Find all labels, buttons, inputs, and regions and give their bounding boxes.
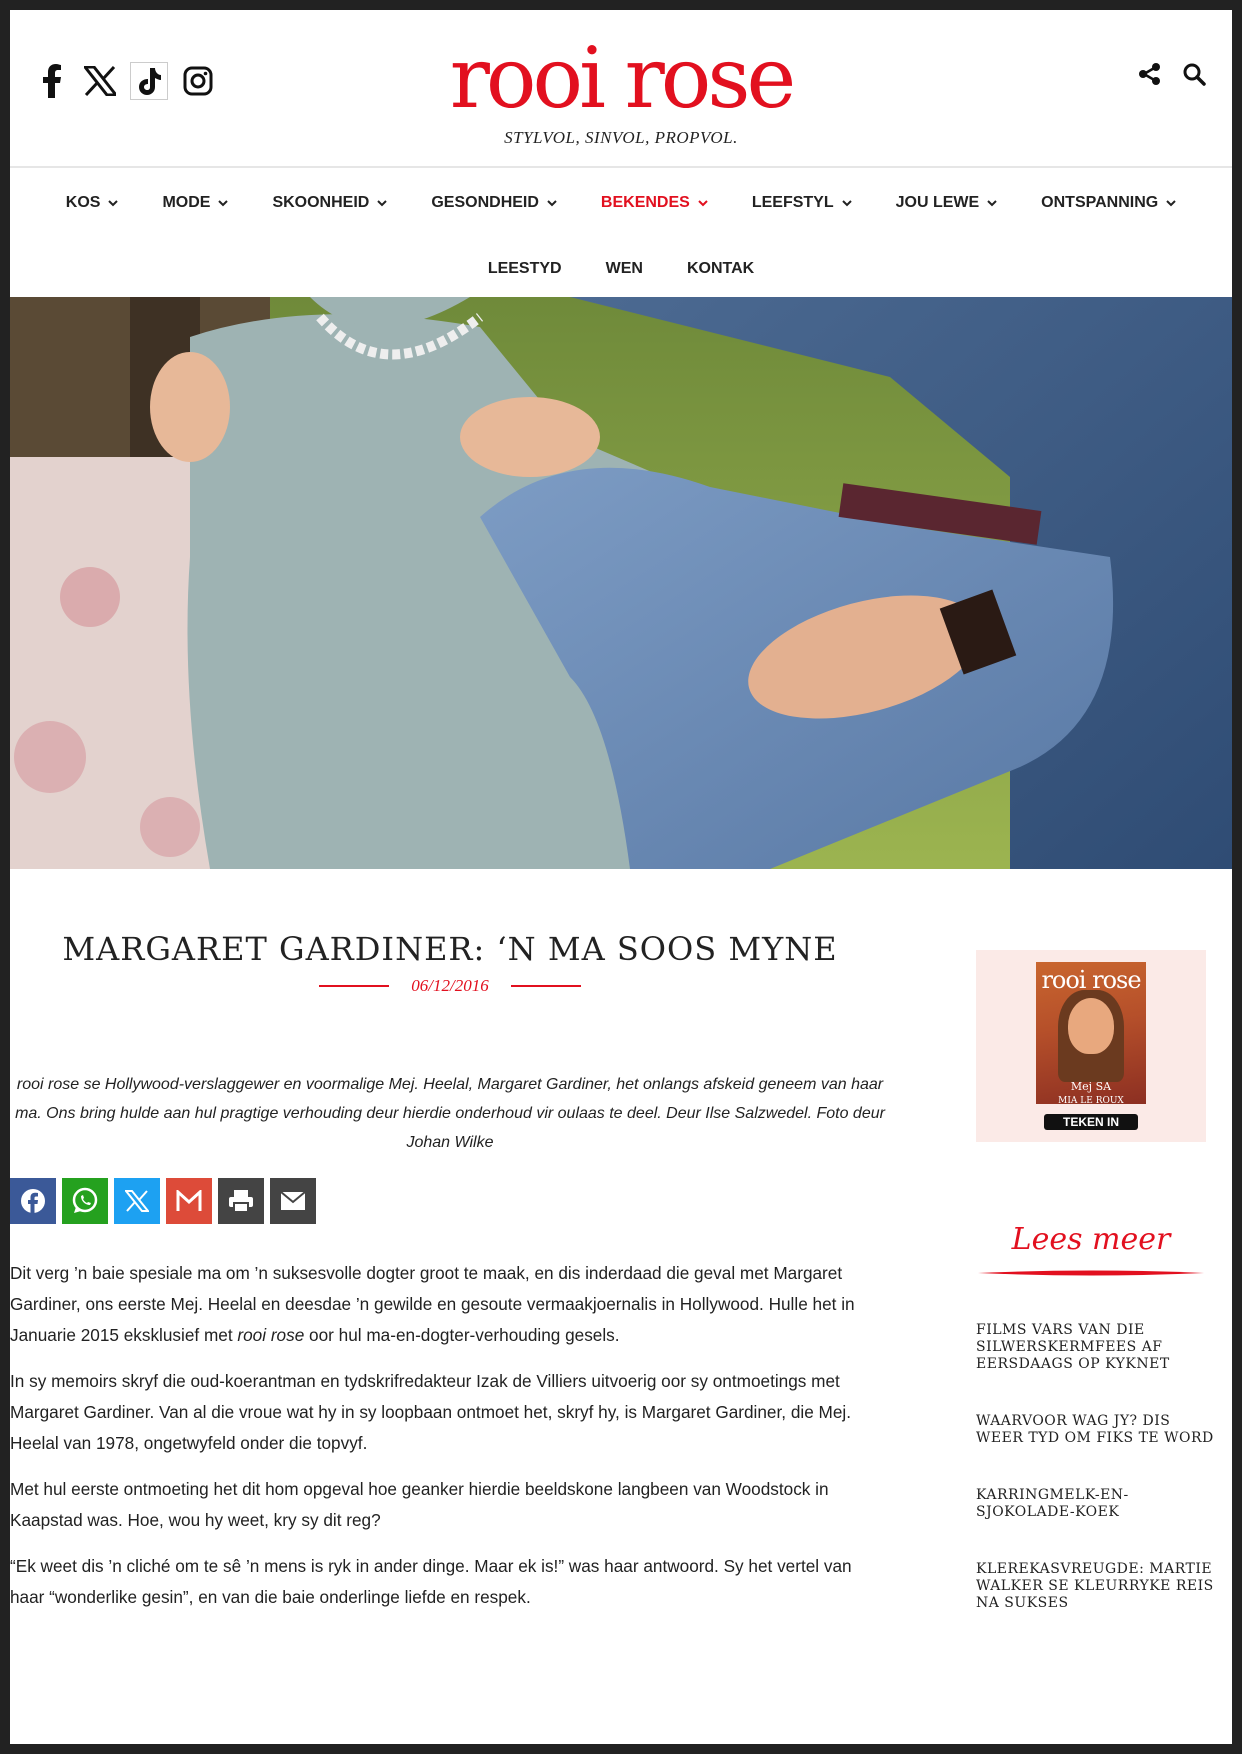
share-email-button[interactable] [270,1178,316,1224]
share-x-button[interactable] [114,1178,160,1224]
paragraph: “Ek weet dis ’n cliché om te sê ’n mens … [10,1556,852,1607]
date-divider [319,985,390,987]
date-row: 06/12/2016 [10,976,890,996]
nav-label: KOS [65,194,101,211]
article-intro: rooi rose se Hollywood-verslaggewer en v… [15,1076,885,1151]
site-logo[interactable]: rooi rose [10,30,1232,126]
nav-label: BEKENDES [600,194,690,211]
chevron-down-icon [218,200,229,207]
subscribe-button[interactable]: TEKEN IN [1044,1114,1138,1130]
email-icon [280,1191,306,1210]
article-body: Dit verg ’n baie spesiale ma om ’n sukse… [10,1258,890,1628]
whatsapp-icon [72,1187,98,1213]
nav-item-kos[interactable]: KOS [44,182,141,224]
cover-model-face [1068,998,1114,1054]
related-link[interactable]: WAARVOOR WAG JY? DIS WEER TYD OM FIKS TE… [976,1413,1216,1447]
related-link[interactable]: KARRINGMELK-EN-SJOKOLADE-KOEK [976,1487,1216,1521]
lees-meer-heading: Lees meer [1011,1222,1171,1257]
related-links: FILMS VARS VAN DIE SILWERSKERMFEES AF EE… [976,1322,1216,1652]
search-icon[interactable] [1180,60,1208,88]
cover-headline: Mej SA MIA LE ROUX [1036,1080,1146,1106]
x-icon [125,1190,149,1212]
article-title: MARGARET GARDINER: ‘N MA SOOS MYNE [62,930,838,968]
related-link[interactable]: FILMS VARS VAN DIE SILWERSKERMFEES AF EE… [976,1322,1216,1373]
share-icon[interactable] [1136,60,1164,88]
nav-item-bekendes[interactable]: BEKENDES [579,182,730,224]
nav-label: ONTSPANNING [1041,194,1159,211]
secondary-nav: LEESTYD WEN KONTAK [10,248,1232,290]
nav-item-skoonheid[interactable]: SKOONHEID [250,182,409,224]
print-icon [229,1190,253,1213]
nav-item-leefstyl[interactable]: LEEFSTYL [730,182,874,224]
site-header: rooi rose STYLVOL, SINVOL, PROPVOL. [10,10,1232,166]
nav-item-mode[interactable]: MODE [140,182,250,224]
magazine-name: rooi rose [237,1325,305,1345]
chevron-down-icon [108,200,119,207]
paragraph: In sy memoirs skryf die oud-koerantman e… [10,1371,852,1453]
nav-item-ontspanning[interactable]: ONTSPANNING [1019,182,1198,224]
nav-item-kontak[interactable]: KONTAK [665,248,776,290]
nav-label: LEEFSTYL [751,194,834,211]
hero-image [10,297,1232,869]
text: oor hul ma-en-dogter-verhouding gesels. [304,1325,620,1345]
chevron-down-icon [547,200,557,207]
magazine-subscribe-widget[interactable]: rooi rose Mej SA MIA LE ROUX TEKEN IN [976,950,1206,1142]
chevron-down-icon [841,200,852,207]
main-nav: KOS MODE SKOONHEID GESONDHEID BEKENDES L… [10,182,1232,224]
header-tools [1136,60,1208,88]
hero-photo [10,297,1232,869]
share-print-button[interactable] [218,1178,264,1224]
paragraph: Dit verg ’n baie spesiale ma om ’n sukse… [10,1258,890,1351]
cover-logo: rooi rose [1041,966,1141,994]
cover-name-text: MIA LE ROUX [1058,1096,1124,1106]
article-date: 06/12/2016 [411,976,489,995]
nav-label: JOU LEWE [895,194,980,211]
share-facebook-button[interactable] [10,1178,56,1224]
nav-item-leestyd[interactable]: LEESTYD [466,248,584,290]
nav-label: GESONDHEID [431,194,539,211]
share-whatsapp-button[interactable] [62,1178,108,1224]
cover-headline-text: Mej SA [1070,1080,1112,1093]
share-gmail-button[interactable] [166,1178,212,1224]
chevron-down-icon [698,200,708,207]
chevron-down-icon [1166,200,1176,207]
nav-item-gesondheid[interactable]: GESONDHEID [409,182,579,224]
nav-label: SKOONHEID [272,194,370,211]
header-divider [10,166,1232,168]
related-link[interactable]: KLEREKASVREUGDE: MARTIE WALKER SE KLEURR… [976,1561,1216,1612]
magazine-cover[interactable]: rooi rose Mej SA MIA LE ROUX [1036,962,1146,1106]
facebook-icon [21,1189,45,1214]
nav-item-jou-lewe[interactable]: JOU LEWE [874,182,1020,224]
site-tagline: STYLVOL, SINVOL, PROPVOL. [504,128,738,147]
date-divider [510,985,581,987]
nav-item-wen[interactable]: WEN [584,248,665,290]
paragraph: Met hul eerste ontmoeting het dit hom op… [10,1479,829,1530]
heading-underline [978,1270,1204,1276]
chevron-down-icon [377,200,388,207]
share-buttons [10,1178,316,1224]
nav-label: MODE [162,194,211,211]
chevron-down-icon [987,200,997,207]
page: rooi rose STYLVOL, SINVOL, PROPVOL. KOS … [10,10,1232,1744]
gmail-icon [176,1190,202,1211]
